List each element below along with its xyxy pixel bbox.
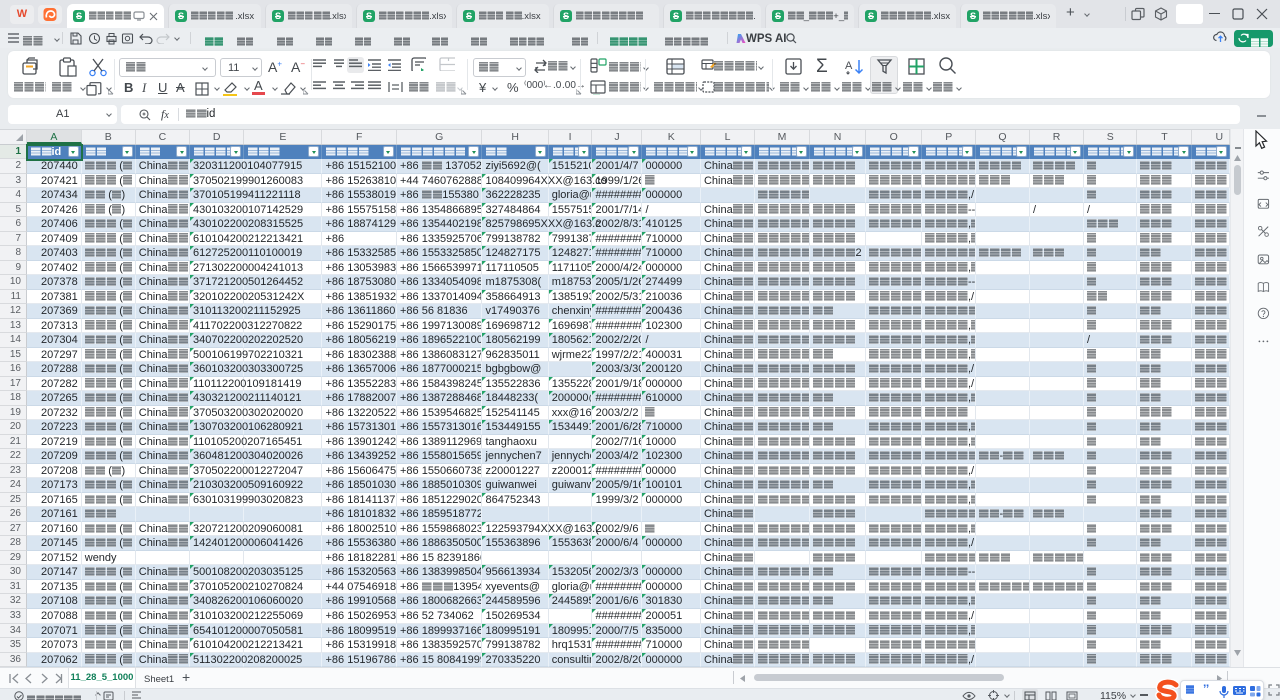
svg-text:A: A	[845, 60, 853, 72]
